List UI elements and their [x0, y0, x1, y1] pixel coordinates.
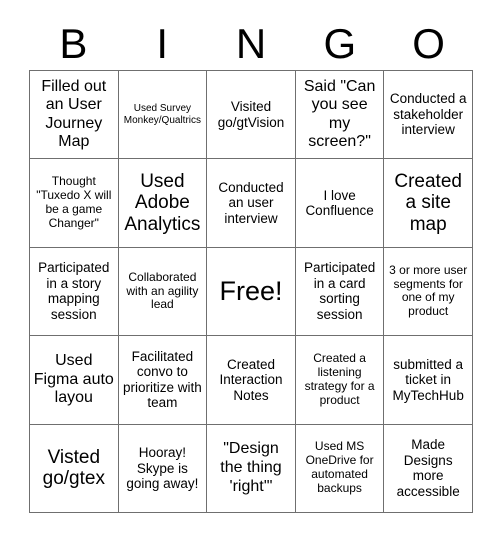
bingo-cell-label: Hooray! Skype is going away! [126, 445, 199, 492]
bingo-cell[interactable]: Facilitated convo to prioritize with tea… [118, 336, 208, 425]
bingo-cell[interactable]: Filled out an User Journey Map [30, 71, 119, 160]
bingo-cell-label: I love Confluence [305, 187, 374, 219]
bingo-cell-label: Used MS OneDrive for automated backups [305, 439, 374, 496]
bingo-cell[interactable]: Created a site map [384, 159, 473, 248]
bingo-cell-free[interactable]: Free! [207, 247, 296, 337]
bingo-cell[interactable]: Made Designs more accessible [384, 424, 473, 513]
bingo-cell-label: Facilitated convo to prioritize with tea… [123, 348, 202, 411]
bingo-cell[interactable]: submitted a ticket in MyTechHub [384, 336, 473, 425]
bingo-card: B I N G O Filled out an User Journey Map… [0, 0, 500, 544]
bingo-cell-label: 3 or more user segments for one of my pr… [389, 262, 468, 319]
bingo-cell[interactable]: Conducted a stakeholder interview [384, 71, 473, 160]
bingo-cell[interactable]: Used Survey Monkey/Qualtrics [118, 71, 208, 160]
bingo-cell-label: Conducted a stakeholder interview [389, 91, 467, 138]
bingo-cell[interactable]: Conducted an user interview [207, 159, 296, 248]
bingo-cell[interactable]: Used Adobe Analytics [118, 159, 208, 248]
bingo-cell-label: submitted a ticket in MyTechHub [392, 356, 464, 403]
bingo-cell-label: Used Survey Monkey/Qualtrics [123, 102, 202, 126]
bingo-cell-label: Filled out an User Journey Map [41, 77, 107, 151]
bingo-header-letter-b: B [59, 20, 88, 67]
bingo-cell[interactable]: 3 or more user segments for one of my pr… [384, 247, 473, 337]
bingo-cell[interactable]: Used Figma auto layou [30, 336, 119, 425]
bingo-cell[interactable]: Used MS OneDrive for automated backups [295, 424, 385, 513]
bingo-cell-label: "Design the thing 'right'" [220, 440, 282, 495]
bingo-cell-label: Visited go/gtVision [217, 99, 285, 130]
bingo-cell-label: Participated in a story mapping session [38, 260, 110, 322]
bingo-grid: Filled out an User Journey Map Used Surv… [29, 70, 473, 513]
bingo-cell-label: Conducted an user interview [218, 179, 284, 226]
bingo-cell-label: Created Interaction Notes [219, 356, 283, 403]
bingo-cell[interactable]: Created Interaction Notes [207, 336, 296, 425]
bingo-cell[interactable]: Visted go/gtex [30, 424, 119, 513]
bingo-cell-label: Visted go/gtex [42, 446, 105, 490]
bingo-cell[interactable]: Visited go/gtVision [207, 71, 296, 160]
bingo-header-letter-g: G [323, 20, 357, 67]
bingo-cell-label: Used Adobe Analytics [124, 170, 201, 235]
bingo-header: B I N G O [29, 18, 473, 70]
bingo-header-letter-i: I [156, 20, 169, 67]
bingo-cell[interactable]: Thought "Tuxedo X will be a game Changer… [30, 159, 119, 248]
bingo-header-letter-n: N [235, 20, 267, 67]
bingo-cell-label: Created a listening strategy for a produ… [304, 351, 375, 407]
bingo-cell-label: Collaborated with an agility lead [126, 269, 199, 312]
bingo-cell[interactable]: "Design the thing 'right'" [207, 424, 296, 513]
bingo-cell-label: Used Figma auto layou [33, 352, 114, 407]
bingo-cell-label: Created a site map [394, 170, 462, 235]
bingo-cell[interactable]: I love Confluence [295, 159, 385, 248]
bingo-cell-label: Thought "Tuxedo X will be a game Changer… [36, 174, 112, 230]
bingo-cell-label: Participated in a card sorting session [303, 260, 376, 322]
bingo-cell[interactable]: Hooray! Skype is going away! [118, 424, 208, 513]
bingo-cell[interactable]: Created a listening strategy for a produ… [295, 336, 385, 425]
bingo-cell-label: Free! [219, 275, 283, 306]
bingo-header-letter-o: O [412, 20, 445, 67]
bingo-cell[interactable]: Said "Can you see my screen?" [295, 71, 385, 160]
bingo-cell-label: Said "Can you see my screen?" [303, 77, 376, 151]
bingo-cell[interactable]: Collaborated with an agility lead [118, 247, 208, 337]
bingo-cell-label: Made Designs more accessible [396, 437, 460, 499]
bingo-cell[interactable]: Participated in a story mapping session [30, 247, 119, 337]
bingo-cell[interactable]: Participated in a card sorting session [295, 247, 385, 337]
